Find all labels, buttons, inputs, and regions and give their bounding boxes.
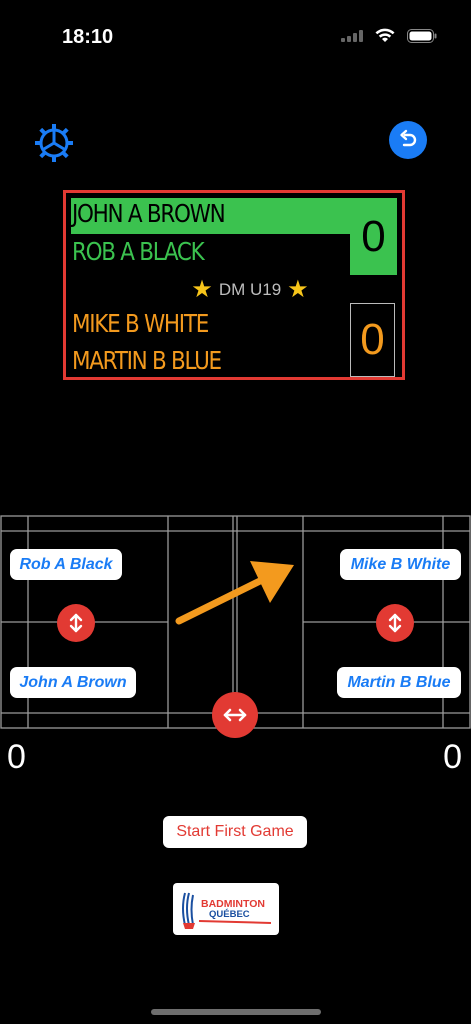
swap-right-players-button[interactable] [376,604,414,642]
settings-button[interactable] [33,122,75,164]
logo-line2: QUÉBEC [209,909,250,920]
undo-button[interactable] [389,121,427,159]
scoreboard-team2-score: 0 [350,303,395,377]
status-icons [341,28,437,43]
left-side-score: 0 [7,738,26,776]
start-first-game-button[interactable]: Start First Game [163,816,307,848]
swap-vertical-icon [388,613,402,633]
scoreboard-team1-player2: ROB A BLACK [72,237,205,266]
court-left-top-player[interactable]: Rob A Black [10,549,122,580]
star-icon: ★ [191,276,213,303]
swap-sides-button[interactable] [212,692,258,738]
badminton-quebec-logo: BADMINTON QUÉBEC [173,883,279,935]
cellular-signal-icon [341,29,363,42]
court-right-top-player[interactable]: Mike B White [340,549,461,580]
star-icon: ★ [287,276,309,303]
swap-left-players-button[interactable] [57,604,95,642]
wifi-icon [375,28,395,42]
scoreboard-team2-player2: MARTIN B BLUE [72,346,222,375]
scoreboard: JOHN A BROWN ROB A BLACK ★ DM U19 ★ MIKE… [63,190,405,380]
undo-icon [400,129,417,147]
battery-icon [407,28,437,43]
status-time: 18:10 [62,26,114,48]
right-side-score: 0 [443,738,462,776]
court-left-bottom-player[interactable]: John A Brown [10,667,136,698]
scoreboard-team1-player1: JOHN A BROWN [72,199,226,228]
event-label: ★ DM U19 ★ [150,275,350,304]
swap-horizontal-icon [223,708,247,722]
event-name: DM U19 [218,279,282,299]
home-indicator[interactable] [151,1009,321,1015]
gear-icon [35,124,73,162]
court-right-bottom-player[interactable]: Martin B Blue [337,667,461,698]
scoreboard-team1-score: 0 [350,198,397,275]
logo-graphic: BADMINTON QUÉBEC [182,892,272,929]
swap-vertical-icon [69,613,83,633]
scoreboard-team2-player1: MIKE B WHITE [72,309,209,338]
